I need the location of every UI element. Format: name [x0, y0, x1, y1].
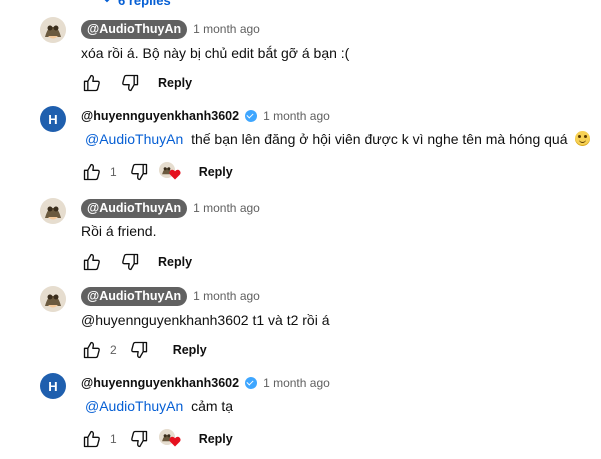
- comment-time[interactable]: 1 month ago: [263, 109, 330, 123]
- mention-link[interactable]: @AudioThuyAn: [85, 131, 183, 147]
- comment-text: Rồi á friend.: [81, 223, 157, 239]
- dislike-button[interactable]: [127, 160, 151, 184]
- reply-button[interactable]: Reply: [199, 165, 233, 179]
- like-button[interactable]: [80, 160, 104, 184]
- author-name[interactable]: @AudioThuyAn: [81, 198, 188, 218]
- creator-heart: [157, 160, 183, 184]
- comment-text: xóa rồi á. Bộ này bị chủ edit bắt gỡ á b…: [81, 45, 350, 61]
- like-button[interactable]: [80, 427, 104, 451]
- verified-icon: [245, 377, 258, 389]
- like-icon: [83, 163, 100, 181]
- comment-time[interactable]: 1 month ago: [193, 201, 260, 215]
- dislike-button[interactable]: [127, 338, 151, 362]
- comment-body: cảm tạ: [191, 398, 234, 414]
- like-icon: [83, 341, 100, 359]
- creator-heart-icon: [169, 436, 181, 447]
- avatar[interactable]: H: [40, 373, 66, 399]
- avatar[interactable]: H: [40, 106, 66, 132]
- creator-heart: [157, 427, 183, 451]
- verified-icon: [245, 110, 258, 122]
- chevron-down-icon: [104, 0, 110, 3]
- avatar[interactable]: [40, 198, 66, 224]
- reply-button[interactable]: Reply: [199, 432, 233, 446]
- dislike-button[interactable]: [118, 250, 142, 274]
- author-name[interactable]: @AudioThuyAn: [81, 19, 188, 39]
- like-button[interactable]: [80, 250, 104, 274]
- creator-heart-icon: [169, 169, 181, 180]
- author-name[interactable]: @huyennguyenkhanh3602: [81, 376, 239, 390]
- avatar[interactable]: [40, 17, 66, 43]
- author-name[interactable]: @AudioThuyAn: [81, 286, 188, 306]
- like-icon: [83, 430, 100, 448]
- comment-text: @huyennguyenkhanh3602 t1 và t2 rồi á: [81, 312, 330, 328]
- like-count: 1: [110, 432, 117, 446]
- dislike-button[interactable]: [127, 427, 151, 451]
- comment-time[interactable]: 1 month ago: [193, 289, 260, 303]
- like-icon: [83, 253, 100, 271]
- dislike-icon: [130, 341, 147, 359]
- dislike-button[interactable]: [118, 71, 142, 95]
- smile-emoji-icon: [575, 131, 591, 146]
- mention-link[interactable]: @AudioThuyAn: [85, 398, 183, 414]
- avatar[interactable]: [40, 286, 66, 312]
- replies-label: 6 replies: [118, 0, 171, 8]
- comment-time[interactable]: 1 month ago: [193, 22, 260, 36]
- reply-button[interactable]: Reply: [158, 255, 192, 269]
- dislike-icon: [122, 74, 139, 92]
- comment-body: thế bạn lên đăng ở hội viên được k vì ng…: [191, 131, 568, 147]
- reply-button[interactable]: Reply: [173, 343, 207, 357]
- author-name[interactable]: @huyennguyenkhanh3602: [81, 109, 239, 123]
- like-button[interactable]: [80, 71, 104, 95]
- reply-button[interactable]: Reply: [158, 76, 192, 90]
- like-count: 1: [110, 165, 117, 179]
- dislike-icon: [130, 430, 147, 448]
- comment-text: @AudioThuyAn thế bạn lên đăng ở hội viên…: [85, 130, 591, 148]
- like-icon: [83, 74, 100, 92]
- replies-toggle[interactable]: 6 replies: [0, 0, 601, 10]
- dislike-icon: [130, 163, 147, 181]
- like-button[interactable]: [80, 338, 104, 362]
- comment-time[interactable]: 1 month ago: [263, 376, 330, 390]
- dislike-icon: [122, 253, 139, 271]
- comment-text: @AudioThuyAn cảm tạ: [85, 397, 233, 415]
- like-count: 2: [110, 343, 117, 357]
